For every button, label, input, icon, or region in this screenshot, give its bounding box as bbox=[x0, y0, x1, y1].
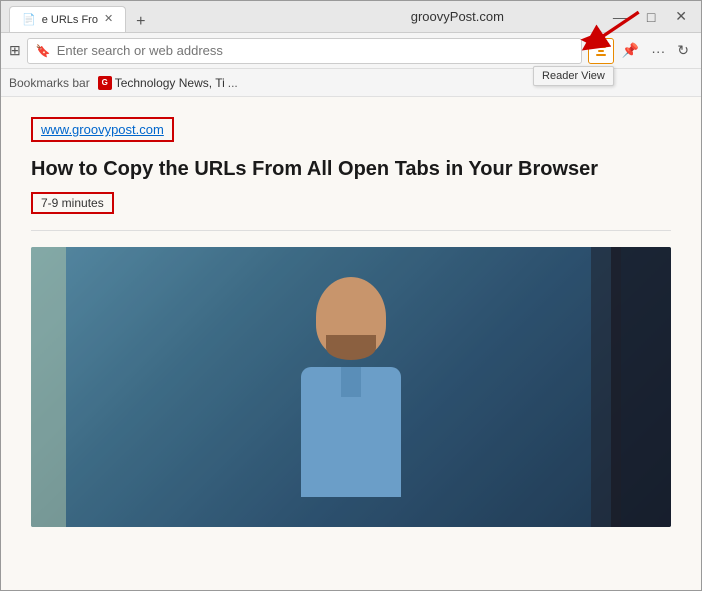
browser-window: 📄 e URLs Fro ✕ + groovyPost.com — □ ✕ ⊞ … bbox=[0, 0, 702, 591]
site-url-link[interactable]: www.groovypost.com bbox=[31, 117, 174, 142]
grid-icon[interactable]: ⊞ bbox=[9, 42, 21, 59]
tab-favicon: 📄 bbox=[22, 13, 36, 26]
reader-line-3 bbox=[596, 54, 606, 56]
reader-view-container: Reader View bbox=[588, 38, 614, 64]
nav-bar: ⊞ 🔖 Reader View 📌 ··· ↻ bbox=[1, 33, 701, 69]
person-figure bbox=[251, 257, 451, 517]
refresh-button[interactable]: ↻ bbox=[673, 40, 693, 61]
minimize-button[interactable]: — bbox=[607, 7, 633, 27]
bookmark-ellipsis: ... bbox=[228, 76, 238, 90]
window-controls: — □ ✕ bbox=[607, 6, 693, 27]
active-tab[interactable]: 📄 e URLs Fro ✕ bbox=[9, 6, 126, 32]
page-icon: 🔖 bbox=[36, 44, 51, 58]
browser-title: groovyPost.com bbox=[308, 9, 607, 24]
reader-view-icon bbox=[594, 44, 608, 58]
tab-strip: 📄 e URLs Fro ✕ + bbox=[9, 1, 308, 32]
reader-view-button[interactable] bbox=[588, 38, 614, 64]
maximize-button[interactable]: □ bbox=[641, 7, 661, 27]
bookmark-favicon: G bbox=[98, 76, 112, 90]
tab-close-button[interactable]: ✕ bbox=[104, 14, 113, 25]
new-tab-button[interactable]: + bbox=[130, 12, 151, 32]
reader-line-1 bbox=[596, 46, 606, 48]
content-area: www.groovypost.com How to Copy the URLs … bbox=[1, 97, 701, 590]
bookmarks-label: Bookmarks bar bbox=[9, 76, 90, 90]
pocket-button[interactable]: 📌 bbox=[618, 40, 643, 61]
more-button[interactable]: ··· bbox=[647, 41, 669, 61]
read-time-badge: 7-9 minutes bbox=[31, 192, 114, 214]
person-collar bbox=[341, 367, 361, 397]
tab-title: e URLs Fro bbox=[42, 14, 98, 26]
article-divider bbox=[31, 230, 671, 231]
reader-view-tooltip: Reader View bbox=[533, 66, 614, 86]
reader-line-2 bbox=[598, 50, 604, 52]
article-image bbox=[31, 247, 671, 527]
article-title: How to Copy the URLs From All Open Tabs … bbox=[31, 156, 671, 182]
image-dark-bar bbox=[591, 247, 621, 527]
address-bar[interactable]: 🔖 bbox=[27, 38, 582, 64]
title-bar: 📄 e URLs Fro ✕ + groovyPost.com — □ ✕ bbox=[1, 1, 701, 33]
nav-icons: Reader View 📌 ··· ↻ bbox=[588, 38, 693, 64]
close-button[interactable]: ✕ bbox=[669, 6, 693, 27]
bookmark-title: Technology News, Ti bbox=[115, 76, 225, 90]
bookmark-item[interactable]: G Technology News, Ti ... bbox=[98, 76, 238, 90]
address-input[interactable] bbox=[57, 43, 573, 58]
person-beard bbox=[326, 335, 376, 360]
